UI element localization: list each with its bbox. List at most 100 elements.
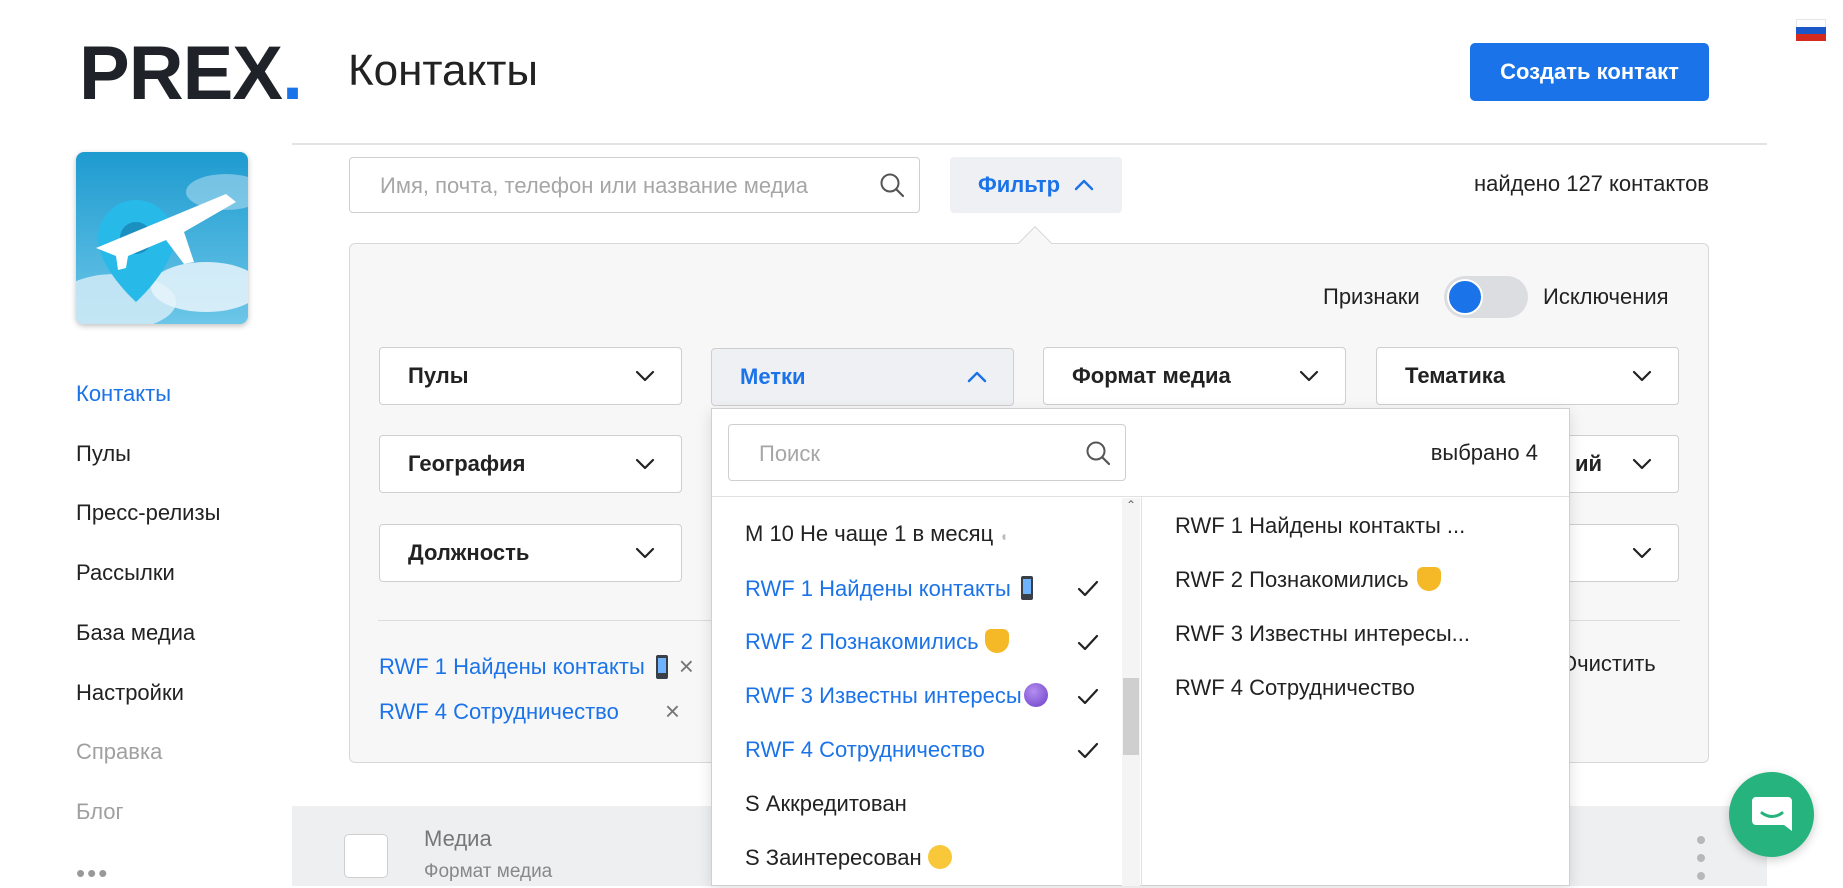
selected-tag-item[interactable]: RWF 2 Познакомились [1175, 567, 1441, 593]
topic-dropdown[interactable]: Тематика [1376, 347, 1679, 405]
search-icon[interactable] [1085, 440, 1111, 466]
create-contact-button[interactable]: Создать контакт [1470, 43, 1709, 101]
chevron-up-icon [967, 371, 987, 383]
tag-option-label: S Аккредитован [745, 791, 907, 816]
remove-chip-icon[interactable]: × [665, 696, 680, 727]
sidebar-item-contacts[interactable]: Контакты [76, 381, 171, 407]
star-struck-emoji-icon [927, 845, 952, 869]
tag-option-selected[interactable]: RWF 1 Найдены контакты [745, 575, 1037, 602]
tags-column-divider [1141, 496, 1142, 886]
russian-flag-icon[interactable] [1796, 19, 1826, 41]
geography-dropdown[interactable]: География [379, 435, 682, 493]
chevron-up-icon [1074, 179, 1094, 191]
pools-dropdown[interactable]: Пулы [379, 347, 682, 405]
toggle-knob[interactable] [1447, 279, 1483, 315]
selected-tag-item[interactable]: RWF 1 Найдены контакты ... [1175, 513, 1465, 539]
airplane-logo-icon [76, 152, 248, 324]
tag-option-label: M 10 Не чаще 1 в месяц [745, 521, 994, 546]
chevron-down-icon [635, 458, 655, 470]
position-dropdown-label: Должность [408, 540, 530, 565]
tags-search[interactable] [728, 424, 1126, 481]
column-media[interactable]: Медиа [424, 826, 492, 852]
clear-filters-link[interactable]: Очистить [1560, 651, 1656, 677]
search-icon[interactable] [879, 172, 905, 198]
page-title: Контакты [348, 46, 539, 95]
chevron-down-icon [1299, 370, 1319, 382]
filter-chip[interactable]: RWF 1 Найдены контакты × [379, 651, 694, 682]
sidebar-item-press-releases[interactable]: Пресс-релизы [76, 500, 220, 526]
chip-label: RWF 1 Найдены контакты [379, 653, 645, 679]
tag-option[interactable]: S Заинтересован [745, 845, 952, 871]
tags-dropdown-label: Метки [740, 364, 806, 389]
sidebar-item-pools[interactable]: Пулы [76, 441, 131, 467]
position-dropdown[interactable]: Должность [379, 524, 682, 582]
tags-selected-count: выбрано 4 [1430, 440, 1538, 465]
selected-tag-item[interactable]: RWF 4 Сотрудничество [1175, 675, 1415, 701]
handshake-emoji-icon [1416, 567, 1441, 591]
topic-dropdown-label: Тематика [1405, 363, 1506, 388]
crystal-ball-emoji-icon [1023, 683, 1048, 707]
chevron-down-icon [1632, 370, 1652, 382]
truncated-emoji-icon: ◖ [999, 528, 1008, 544]
column-media-format[interactable]: Формат медиа [424, 861, 552, 883]
tag-option[interactable]: S Аккредитован [745, 791, 907, 817]
brand-logo[interactable]: PREX. [79, 36, 303, 112]
company-avatar[interactable] [76, 152, 248, 324]
search-input[interactable] [378, 172, 858, 200]
chat-widget-button[interactable] [1729, 772, 1814, 857]
tag-option-selected[interactable]: RWF 3 Известны интересы [745, 683, 1048, 709]
select-all-checkbox[interactable] [344, 834, 388, 878]
tag-option[interactable]: M 10 Не чаще 1 в месяц ◖ [745, 521, 1008, 547]
check-icon [1077, 634, 1099, 651]
chevron-down-icon [635, 547, 655, 559]
chat-icon [1751, 796, 1792, 831]
more-menu-icon[interactable]: ••• [76, 860, 109, 886]
brand-dot: . [281, 31, 303, 116]
header-divider [292, 143, 1767, 145]
tag-option-label: S Заинтересован [745, 845, 922, 870]
check-icon [1077, 580, 1099, 597]
sidebar-item-help[interactable]: Справка [76, 739, 162, 765]
chevron-down-icon [1632, 458, 1652, 470]
tags-search-input[interactable] [757, 440, 1077, 468]
selected-tag-label: RWF 2 Познакомились [1175, 567, 1409, 592]
check-icon [1077, 742, 1099, 759]
tag-option-label: RWF 2 Познакомились [745, 629, 979, 654]
sidebar-item-media-base[interactable]: База медиа [76, 620, 195, 646]
remove-chip-icon[interactable]: × [679, 651, 694, 682]
geography-dropdown-label: География [408, 451, 526, 476]
tag-option-selected[interactable]: RWF 2 Познакомились [745, 629, 1009, 655]
tag-option-selected[interactable]: RWF 4 Сотрудничество [745, 737, 985, 763]
found-number: 127 [1566, 171, 1603, 196]
hidden-dropdown-1-label: ий [1574, 451, 1602, 476]
selected-tag-item[interactable]: RWF 3 Известны интересы... [1175, 621, 1470, 647]
scroll-up-icon[interactable]: ⌃ [1124, 498, 1138, 512]
kebab-menu-icon[interactable] [1697, 836, 1705, 880]
check-icon [1077, 688, 1099, 705]
media-format-dropdown-label: Формат медиа [1072, 363, 1231, 388]
tag-option-label: RWF 4 Сотрудничество [745, 737, 985, 762]
sidebar-item-blog[interactable]: Блог [76, 799, 124, 825]
sidebar-item-mailings[interactable]: Рассылки [76, 560, 175, 586]
contact-search[interactable] [349, 157, 920, 213]
tags-dropdown[interactable]: Метки [711, 348, 1014, 406]
handshake-emoji-icon [984, 629, 1009, 653]
chip-label: RWF 4 Сотрудничество [379, 698, 619, 724]
scrollbar-thumb[interactable] [1123, 678, 1139, 755]
sidebar-item-settings[interactable]: Настройки [76, 680, 184, 706]
tag-option-label: RWF 1 Найдены контакты [745, 576, 1011, 601]
chevron-down-icon [1632, 547, 1652, 559]
found-prefix: найдено [1473, 171, 1561, 196]
phone-emoji-icon [655, 654, 668, 679]
media-format-dropdown[interactable]: Формат медиа [1043, 347, 1346, 405]
filter-button-label: Фильтр [977, 172, 1061, 197]
toggle-label-exclusions[interactable]: Исключения [1543, 284, 1669, 310]
pools-dropdown-label: Пулы [408, 363, 469, 388]
filter-chip[interactable]: RWF 4 Сотрудничество × [379, 696, 680, 727]
toggle-label-features[interactable]: Признаки [1323, 284, 1420, 310]
phone-emoji-icon [1020, 576, 1033, 600]
filter-button[interactable]: Фильтр [950, 157, 1122, 213]
brand-name: PREX [79, 31, 283, 116]
found-suffix: контактов [1609, 171, 1709, 196]
chevron-down-icon [635, 370, 655, 382]
